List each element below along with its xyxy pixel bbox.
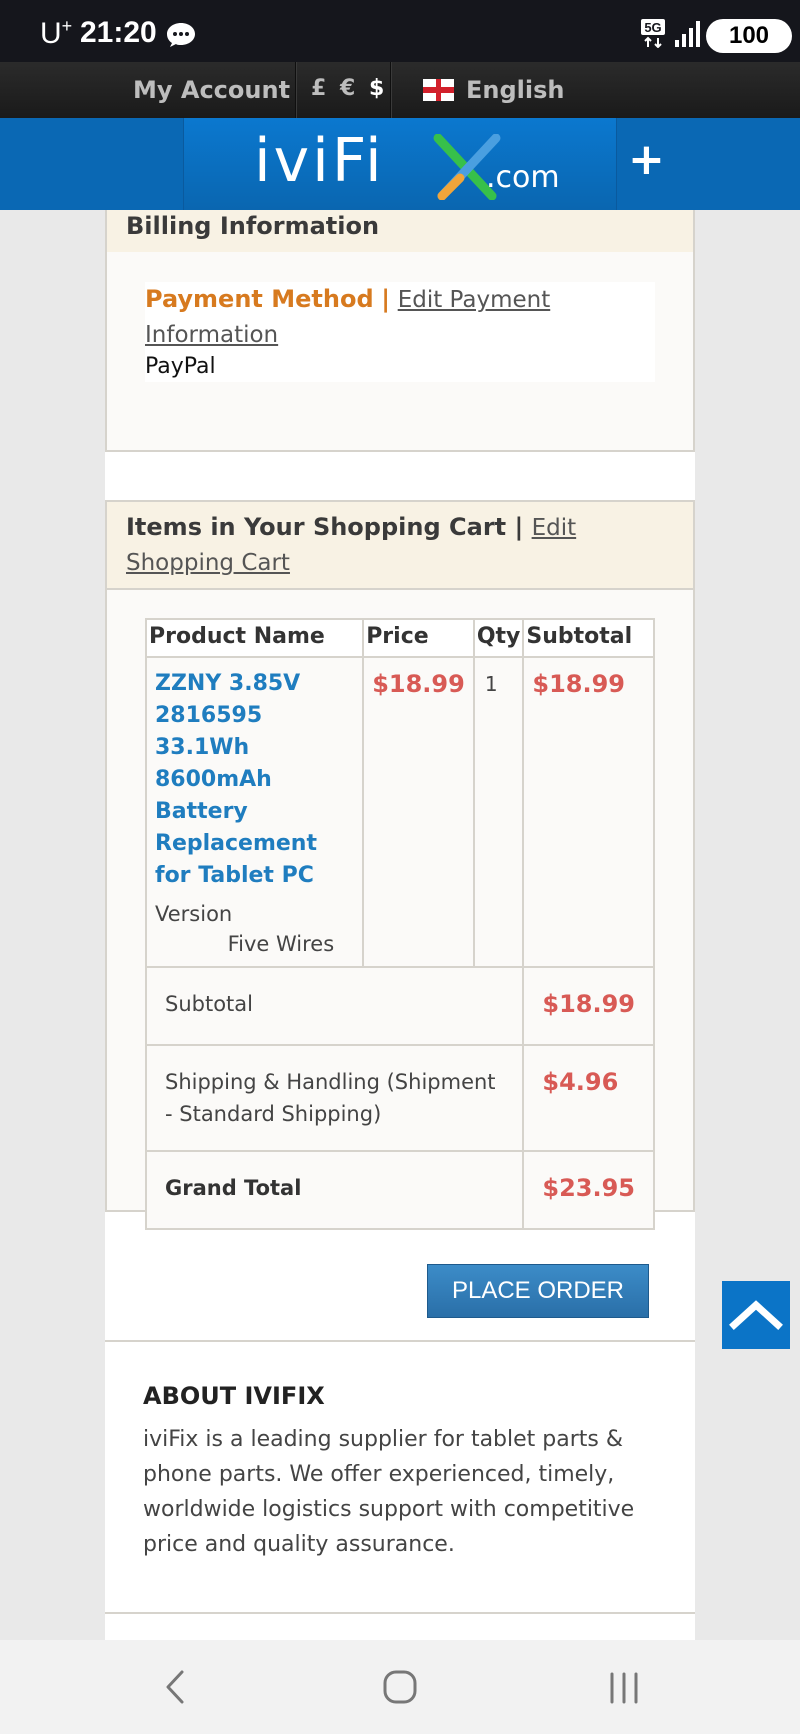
clock: 21:20	[80, 16, 157, 49]
recents-icon[interactable]	[608, 1666, 640, 1708]
about-title: ABOUT IVIFIX	[143, 1382, 325, 1410]
subtotal-row: Subtotal $18.99	[144, 966, 655, 1046]
currency-usd[interactable]: $	[369, 76, 384, 101]
battery-indicator: 100	[706, 19, 792, 53]
payment-method-value: PayPal	[145, 354, 216, 379]
qty-cell: 1	[472, 656, 525, 968]
separator: |	[381, 285, 391, 313]
signal-icon	[675, 21, 700, 47]
status-bar: U+ 21:20 5G 100	[0, 0, 800, 62]
shipping-row: Shipping & Handling (Shipment - Standard…	[144, 1044, 655, 1152]
shipping-value-cell: $4.96	[522, 1044, 655, 1152]
network-label: 5G	[644, 20, 661, 35]
system-nav-bar	[0, 1640, 800, 1734]
col-subtotal: Subtotal	[522, 618, 655, 658]
subtotal-label: Subtotal	[144, 966, 525, 1046]
checkout-review: Billing Information Payment Method | Edi…	[105, 210, 695, 1640]
separator: |	[514, 513, 524, 541]
about-text: iviFix is a leading supplier for tablet …	[143, 1427, 635, 1557]
network-5g-icon: 5G	[641, 19, 665, 48]
cart-header: Items in Your Shopping Cart | Edit Shopp…	[105, 500, 695, 590]
site-header: iviFi .com +	[0, 118, 800, 210]
product-cell: ZZNY 3.85V 2816595 33.1Wh 8600mAh Batter…	[144, 656, 365, 968]
price-cell: $18.99	[362, 656, 475, 968]
chevron-up-icon	[729, 1300, 783, 1330]
item-price: $18.99	[372, 670, 465, 698]
billing-title: Billing Information	[126, 212, 380, 240]
scroll-to-top-button[interactable]	[722, 1281, 790, 1349]
payment-card: Payment Method | Edit Payment Informatio…	[145, 282, 655, 382]
back-icon[interactable]	[160, 1666, 190, 1708]
option-label: Version	[155, 902, 233, 926]
place-order-button[interactable]: PLACE ORDER	[427, 1264, 649, 1318]
cart-table: Product Name Price Qty Subtotal ZZNY 3.8…	[144, 618, 655, 1230]
divider	[295, 62, 297, 118]
menu-toggle-button[interactable]: +	[628, 134, 665, 185]
shipping-value: $4.96	[542, 1068, 619, 1096]
divider	[390, 62, 392, 118]
subtotal-value-cell: $18.99	[522, 966, 655, 1046]
cart-title: Items in Your Shopping Cart	[126, 513, 507, 541]
billing-header: Billing Information	[105, 210, 695, 254]
payment-method-label: Payment Method	[145, 285, 374, 313]
col-price: Price	[362, 618, 475, 658]
england-flag-icon	[423, 79, 454, 101]
cart-panel: Product Name Price Qty Subtotal ZZNY 3.8…	[105, 590, 695, 1230]
logo-text: iviFi	[254, 126, 385, 196]
col-qty: Qty	[472, 618, 525, 658]
top-links-bar: My Account £ € $ English	[0, 62, 800, 118]
logo-domain: .com	[486, 160, 560, 195]
carrier-label: U+	[40, 16, 73, 50]
logo: iviFi .com	[254, 126, 560, 202]
divider	[105, 1612, 695, 1614]
grand-total-label: Grand Total	[144, 1150, 525, 1230]
language-selector[interactable]: English	[466, 76, 564, 104]
table-header-row: Product Name Price Qty Subtotal	[144, 618, 655, 658]
product-name-link[interactable]: ZZNY 3.85V 2816595 33.1Wh 8600mAh Batter…	[155, 668, 354, 892]
currency-gbp[interactable]: £	[311, 76, 326, 101]
divider	[105, 1340, 695, 1342]
chat-bubble-icon	[167, 23, 195, 47]
currency-eur[interactable]: €	[340, 76, 355, 101]
shipping-label: Shipping & Handling (Shipment - Standard…	[144, 1044, 525, 1152]
grand-total-value-cell: $23.95	[522, 1150, 655, 1230]
col-product-name: Product Name	[144, 618, 365, 658]
option-value: Five Wires	[227, 932, 335, 956]
subtotal-cell: $18.99	[522, 656, 655, 968]
subtotal-value: $18.99	[542, 990, 635, 1018]
grand-total-row: Grand Total $23.95	[144, 1150, 655, 1230]
logo-link[interactable]: iviFi .com	[183, 118, 617, 210]
billing-panel: Payment Method | Edit Payment Informatio…	[105, 252, 695, 452]
home-icon[interactable]	[382, 1666, 418, 1708]
currency-switcher: £ € $	[311, 76, 384, 101]
item-subtotal: $18.99	[532, 670, 625, 698]
grand-total-value: $23.95	[542, 1174, 635, 1202]
my-account-link[interactable]: My Account	[133, 76, 290, 104]
table-row: ZZNY 3.85V 2816595 33.1Wh 8600mAh Batter…	[144, 656, 655, 968]
